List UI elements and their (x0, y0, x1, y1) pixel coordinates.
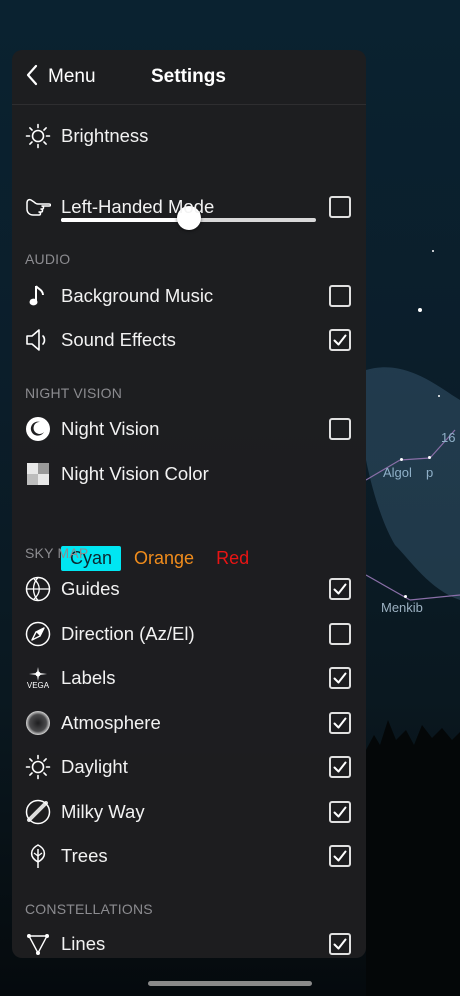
vega-icon-text: VEGA (26, 681, 50, 690)
globe-grid-icon (24, 575, 52, 603)
left-handed-checkbox[interactable] (329, 196, 351, 218)
night-vision-label: Night Vision (61, 418, 160, 439)
direction-label: Direction (Az/El) (61, 623, 195, 644)
back-button[interactable]: Menu (26, 64, 96, 90)
night-vision-color-row: Night Vision Color (12, 452, 366, 496)
guides-row[interactable]: Guides (12, 567, 366, 611)
home-indicator[interactable] (148, 981, 312, 986)
guides-checkbox[interactable] (329, 578, 351, 600)
night-vision-row[interactable]: Night Vision (12, 407, 366, 451)
sound-effects-label: Sound Effects (61, 329, 176, 350)
background-music-row[interactable]: Background Music (12, 274, 366, 318)
star-label-algol: Algol (383, 465, 412, 480)
trees-row[interactable]: Trees (12, 834, 366, 878)
section-header-sky-map: SKY MAP (25, 545, 89, 561)
constellation-lines-label: Lines (61, 933, 106, 954)
labels-checkbox[interactable] (329, 667, 351, 689)
page-title: Settings (151, 66, 226, 87)
labels-label: Labels (61, 667, 116, 688)
milky-way-row[interactable]: Milky Way (12, 790, 366, 834)
star-label-16: 16 (441, 430, 456, 445)
checkmark-icon (333, 334, 347, 346)
star (432, 250, 434, 252)
star (438, 395, 440, 397)
checkmark-icon (333, 938, 347, 950)
direction-checkbox[interactable] (329, 623, 351, 645)
guides-label: Guides (61, 578, 120, 599)
star (418, 308, 422, 312)
section-header-audio: AUDIO (25, 251, 71, 267)
checkmark-icon (333, 806, 347, 818)
atmosphere-row[interactable]: Atmosphere (12, 701, 366, 745)
checkmark-icon (333, 717, 347, 729)
milky-way-checkbox[interactable] (329, 801, 351, 823)
vega-star-icon: VEGA (24, 664, 52, 692)
star (404, 595, 407, 598)
pointing-hand-icon (24, 193, 52, 221)
settings-header: Menu Settings (12, 50, 366, 105)
atmosphere-label: Atmosphere (61, 712, 161, 733)
section-header-constellations: CONSTELLATIONS (25, 901, 153, 917)
trees-checkbox[interactable] (329, 845, 351, 867)
milky-way-icon (24, 798, 52, 826)
color-swatch-icon (24, 460, 52, 488)
daylight-checkbox[interactable] (329, 756, 351, 778)
constellation-lines-checkbox[interactable] (329, 933, 351, 955)
night-vision-checkbox[interactable] (329, 418, 351, 440)
left-handed-row[interactable]: Left-Handed Mode (12, 185, 366, 229)
background-music-label: Background Music (61, 285, 214, 306)
daylight-row[interactable]: Daylight (12, 745, 366, 789)
brightness-row: Brightness (12, 114, 366, 158)
checkmark-icon (333, 850, 347, 862)
trees-label: Trees (61, 845, 108, 866)
chevron-left-icon (26, 64, 38, 91)
sun-icon (24, 753, 52, 781)
sound-effects-row[interactable]: Sound Effects (12, 318, 366, 362)
sound-effects-checkbox[interactable] (329, 329, 351, 351)
speaker-icon (24, 326, 52, 354)
star (400, 458, 403, 461)
checkmark-icon (333, 761, 347, 773)
milky-way-label: Milky Way (61, 801, 145, 822)
music-note-icon (24, 282, 52, 310)
brightness-label: Brightness (61, 125, 149, 146)
left-handed-label: Left-Handed Mode (61, 196, 215, 217)
tree-icon (24, 842, 52, 870)
back-label: Menu (48, 66, 96, 87)
night-vision-color-label: Night Vision Color (61, 463, 209, 484)
section-header-night-vision: NIGHT VISION (25, 385, 123, 401)
star-label-p: p (426, 465, 434, 480)
star (428, 456, 431, 459)
atmosphere-icon (24, 709, 52, 737)
labels-row[interactable]: VEGA Labels (12, 656, 366, 700)
atmosphere-checkbox[interactable] (329, 712, 351, 734)
settings-panel: Menu Settings Brightness Left-Handed Mod… (12, 50, 366, 958)
moon-icon (24, 415, 52, 443)
compass-icon (24, 620, 52, 648)
daylight-label: Daylight (61, 756, 128, 777)
constellation-lines-icon (24, 930, 52, 958)
constellation-lines-row[interactable]: Lines (12, 922, 366, 958)
checkmark-icon (333, 583, 347, 595)
sun-icon (24, 122, 52, 150)
checkmark-icon (333, 672, 347, 684)
direction-row[interactable]: Direction (Az/El) (12, 612, 366, 656)
tree-silhouette (366, 720, 460, 996)
background-music-checkbox[interactable] (329, 285, 351, 307)
star-label-menkib: Menkib (381, 600, 423, 615)
